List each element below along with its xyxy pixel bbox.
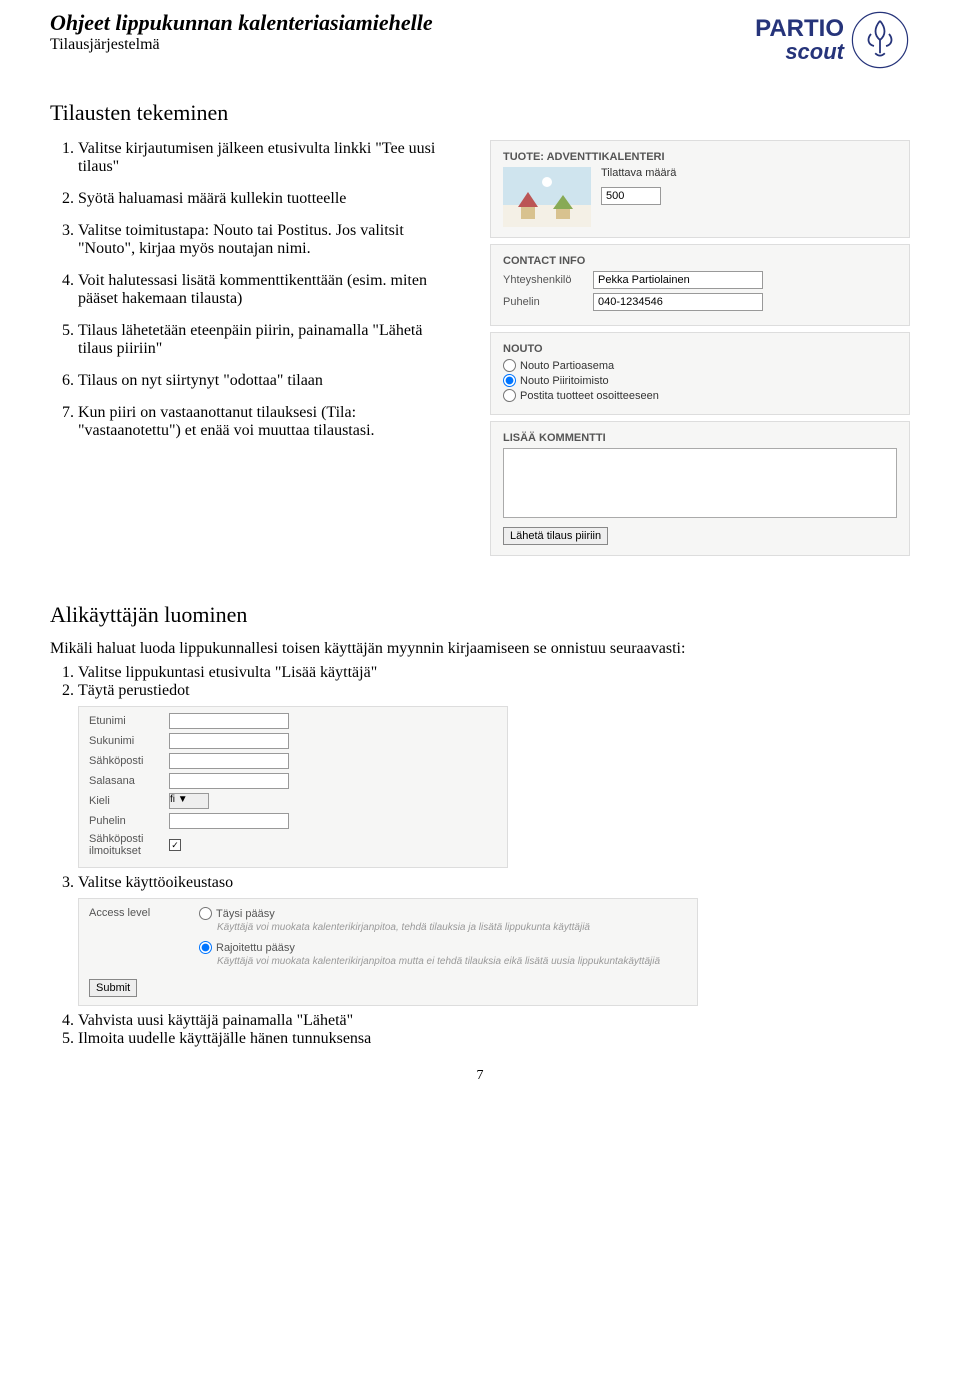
field-label: Sukunimi xyxy=(89,735,169,747)
access-limited-radio[interactable] xyxy=(199,941,212,954)
field-label: Salasana xyxy=(89,775,169,787)
pickup-radio-asema[interactable] xyxy=(503,359,516,372)
doc-title: Ohjeet lippukunnan kalenteriasiamiehelle xyxy=(50,10,755,36)
field-label: Etunimi xyxy=(89,715,169,727)
logo-brand: PARTIO xyxy=(755,15,844,42)
contact-heading: CONTACT INFO xyxy=(503,255,897,267)
section-orders-title: Tilausten tekeminen xyxy=(50,100,910,126)
field-label: Puhelin xyxy=(89,815,169,827)
access-desc: Käyttäjä voi muokata kalenterikirjanpito… xyxy=(217,922,687,933)
qty-input[interactable] xyxy=(601,187,661,205)
doc-subtitle: Tilausjärjestelmä xyxy=(50,36,755,54)
pickup-opt-label: Postita tuotteet osoitteeseen xyxy=(520,390,659,402)
list-item: Vahvista uusi käyttäjä painamalla "Lähet… xyxy=(78,1012,910,1030)
list-item: Valitse toimitustapa: Nouto tai Postitus… xyxy=(78,222,460,258)
list-item: Valitse kirjautumisen jälkeen etusivulta… xyxy=(78,140,460,176)
firstname-input[interactable] xyxy=(169,713,289,729)
field-label: Kieli xyxy=(89,795,169,807)
pickup-opt-label: Nouto Partioasema xyxy=(520,360,614,372)
access-desc: Käyttäjä voi muokata kalenterikirjanpito… xyxy=(217,956,687,967)
list-item: Valitse käyttöoikeustaso xyxy=(78,874,910,892)
pickup-panel: NOUTO Nouto Partioasema Nouto Piiritoimi… xyxy=(490,332,910,415)
list-item: Ilmoita uudelle käyttäjälle hänen tunnuk… xyxy=(78,1030,910,1048)
contact-phone-label: Puhelin xyxy=(503,296,593,308)
contact-panel: CONTACT INFO Yhteyshenkilö Puhelin xyxy=(490,244,910,326)
email-notify-checkbox[interactable]: ✓ xyxy=(169,839,181,851)
contact-phone-input[interactable] xyxy=(593,293,763,311)
phone-input[interactable] xyxy=(169,813,289,829)
access-opt-label: Täysi pääsy xyxy=(216,908,275,920)
submit-button[interactable]: Submit xyxy=(89,979,137,997)
list-item: Kun piiri on vastaanottanut tilauksesi (… xyxy=(78,404,460,440)
pickup-radio-post[interactable] xyxy=(503,389,516,402)
comment-heading: LISÄÄ KOMMENTTI xyxy=(503,432,897,444)
advent-calendar-thumbnail-icon xyxy=(503,167,591,227)
lang-select[interactable]: fi ▼ xyxy=(169,793,209,809)
userform-panel: Etunimi Sukunimi Sähköposti Salasana Kie… xyxy=(78,706,508,868)
list-item: Tilaus on nyt siirtynyt "odottaa" tilaan xyxy=(78,372,460,390)
comment-textarea[interactable] xyxy=(503,448,897,518)
email-input[interactable] xyxy=(169,753,289,769)
pickup-heading: NOUTO xyxy=(503,343,897,355)
access-full-radio[interactable] xyxy=(199,907,212,920)
access-level-label: Access level xyxy=(89,907,169,975)
list-item: Tilaus lähetetään eteenpäin piirin, pain… xyxy=(78,322,460,358)
comment-panel: LISÄÄ KOMMENTTI Lähetä tilaus piiriin xyxy=(490,421,910,556)
page-number: 7 xyxy=(50,1068,910,1084)
order-steps-list: Valitse kirjautumisen jälkeen etusivulta… xyxy=(50,140,460,440)
contact-person-input[interactable] xyxy=(593,271,763,289)
product-heading: TUOTE: ADVENTTIKALENTERI xyxy=(503,151,897,163)
brand-logo: PARTIO scout xyxy=(755,10,910,70)
logo-sub: scout xyxy=(755,41,844,63)
lastname-input[interactable] xyxy=(169,733,289,749)
contact-person-label: Yhteyshenkilö xyxy=(503,274,593,286)
send-order-button[interactable]: Lähetä tilaus piiriin xyxy=(503,527,608,545)
subuser-intro: Mikäli haluat luoda lippukunnallesi tois… xyxy=(50,640,910,658)
list-item: Täytä perustiedot xyxy=(78,682,910,700)
field-label: Sähköposti xyxy=(89,755,169,767)
access-opt-label: Rajoitettu pääsy xyxy=(216,942,295,954)
password-input[interactable] xyxy=(169,773,289,789)
list-item: Syötä haluamasi määrä kullekin tuotteell… xyxy=(78,190,460,208)
section-subuser-title: Alikäyttäjän luominen xyxy=(50,602,910,628)
pickup-radio-piiri[interactable] xyxy=(503,374,516,387)
list-item: Voit halutessasi lisätä kommenttikenttää… xyxy=(78,272,460,308)
field-label: Sähköposti ilmoitukset xyxy=(89,833,169,857)
qty-label: Tilattava määrä xyxy=(601,167,897,179)
fleur-icon xyxy=(850,10,910,70)
pickup-opt-label: Nouto Piiritoimisto xyxy=(520,375,609,387)
product-panel: TUOTE: ADVENTTIKALENTERI Tilattava määrä xyxy=(490,140,910,238)
list-item: Valitse lippukuntasi etusivulta "Lisää k… xyxy=(78,664,910,682)
access-panel: Access level Täysi pääsy Käyttäjä voi mu… xyxy=(78,898,698,1006)
